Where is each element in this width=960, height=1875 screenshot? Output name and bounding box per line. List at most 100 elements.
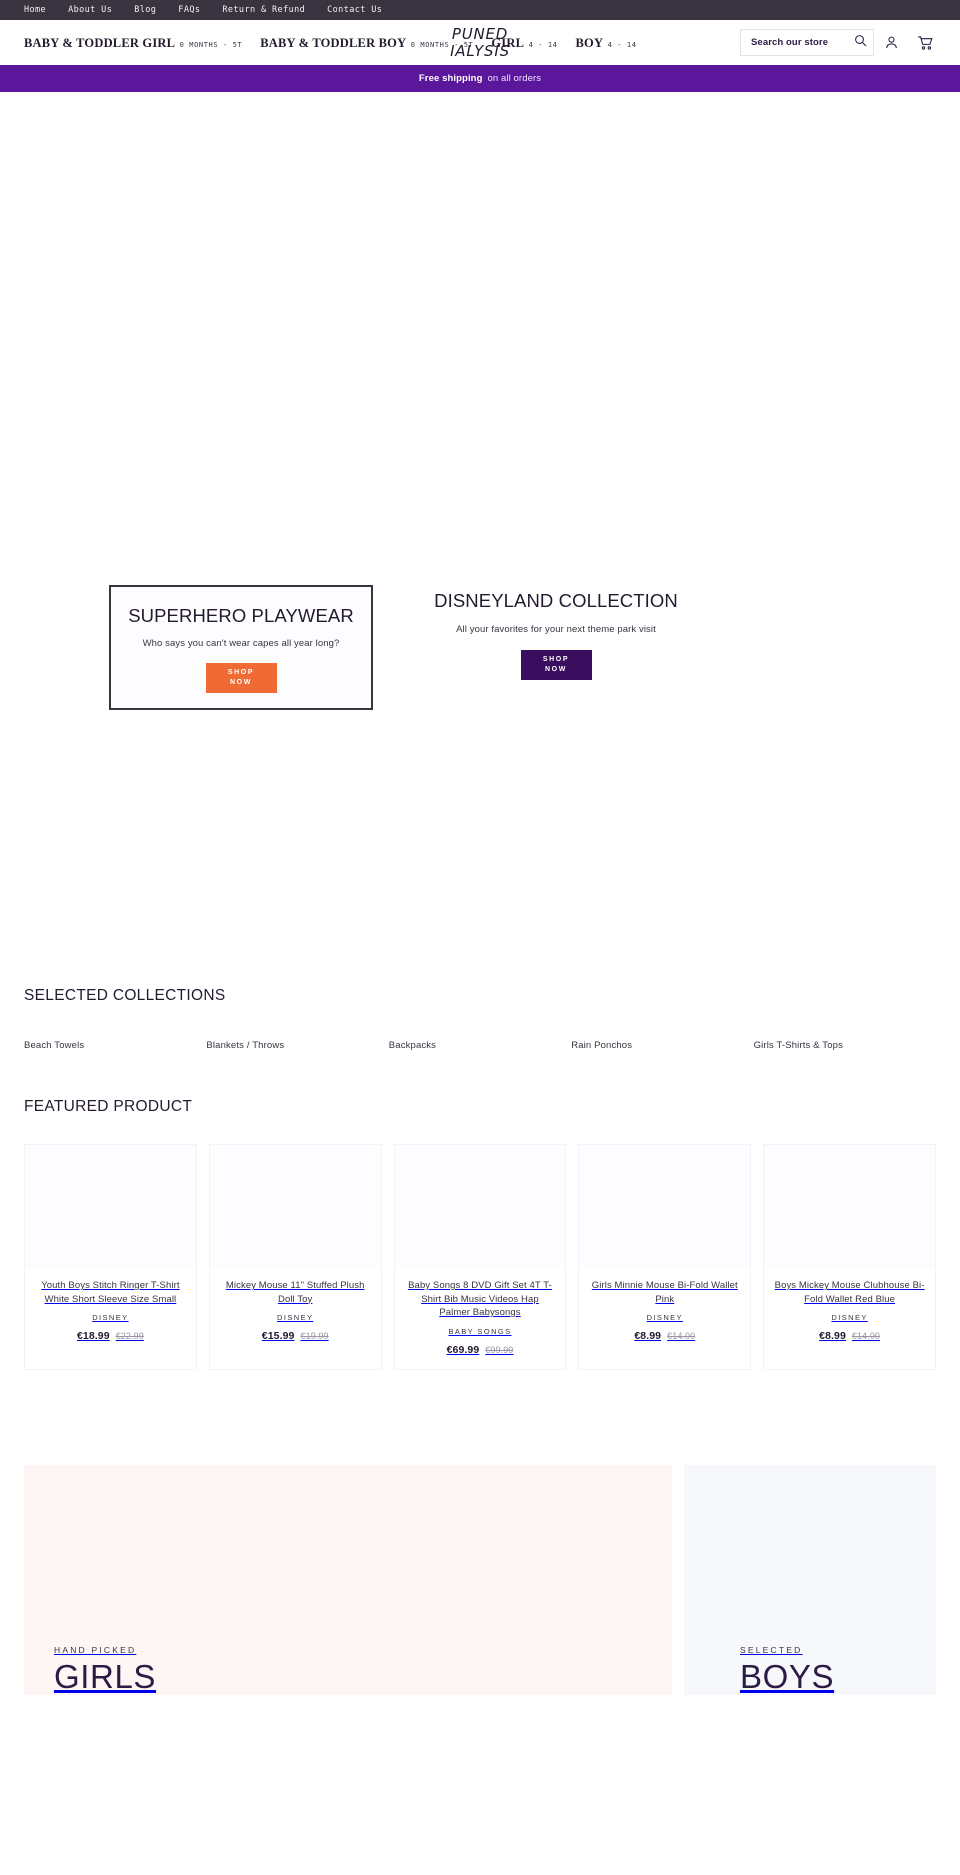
collection-label: Girls T-Shirts & Tops <box>753 1040 843 1051</box>
product-vendor: DISNEY <box>646 1313 683 1322</box>
product-price-group: €15.99 €19.99 <box>262 1330 329 1342</box>
announcement-text: on all orders <box>487 73 542 84</box>
promo-title: BOYS <box>740 1657 835 1695</box>
promo-title: GIRLS <box>54 1657 157 1695</box>
promo-kicker: HAND PICKED <box>54 1644 137 1655</box>
featured-product-section: FEATURED PRODUCT Youth Boys Stitch Ringe… <box>0 1098 960 1370</box>
site-logo[interactable]: PUNED IALYSIS <box>450 24 510 60</box>
collection-item-blankets-throws[interactable]: Blankets / Throws <box>206 1035 388 1053</box>
product-price: €8.99 <box>819 1330 846 1342</box>
search-box[interactable] <box>740 29 874 56</box>
hero-section: SUPERHERO PLAYWEAR Who says you can't we… <box>0 92 960 927</box>
account-button[interactable] <box>874 28 908 58</box>
promo-panel-girls[interactable]: HAND PICKED GIRLS <box>24 1464 672 1695</box>
nav-item-baby-toddler-girl[interactable]: BABY & TODDLER GIRL 0 MONTHS - 5T <box>24 34 242 52</box>
collections-grid: Beach Towels Blankets / Throws Backpacks… <box>24 1035 936 1053</box>
product-price: €8.99 <box>634 1330 662 1342</box>
product-compare-at-price: €14.00 <box>667 1331 696 1341</box>
product-price-group: €8.99 €14.00 <box>634 1330 695 1342</box>
nav-item-subtitle: 4 - 14 <box>528 40 558 49</box>
featured-heading: FEATURED PRODUCT <box>24 1098 193 1115</box>
nav-item-boy[interactable]: BOY 4 - 14 <box>575 34 636 52</box>
utility-link-contact-us[interactable]: Contact Us <box>327 5 382 15</box>
user-icon <box>884 35 899 50</box>
promo-kicker: SELECTED <box>740 1644 803 1655</box>
collection-label: Backpacks <box>388 1040 437 1051</box>
promo-panels-section: HAND PICKED GIRLS SELECTED BOYS <box>0 1464 960 1695</box>
announcement-banner: Free shipping on all orders <box>0 65 960 92</box>
product-image <box>394 1145 566 1267</box>
product-image <box>25 1145 196 1267</box>
collection-item-beach-towels[interactable]: Beach Towels <box>24 1035 206 1053</box>
logo-line-1: PUNED <box>451 24 509 43</box>
utility-nav-bar: Home About Us Blog FAQs Return & Refund … <box>0 0 960 20</box>
utility-link-faqs[interactable]: FAQs <box>178 5 200 15</box>
product-compare-at-price: €22.99 <box>115 1331 144 1341</box>
product-compare-at-price: €99.99 <box>485 1344 514 1355</box>
product-image <box>579 1145 751 1267</box>
utility-link-about-us[interactable]: About Us <box>68 5 112 15</box>
product-info: Girls Minnie Mouse Bi-Fold Wallet Pink D… <box>579 1267 750 1342</box>
utility-link-return-refund[interactable]: Return & Refund <box>222 5 305 15</box>
collection-label: Rain Ponchos <box>571 1040 633 1051</box>
product-name: Mickey Mouse 11" Stuffed Plush Doll Toy <box>225 1280 365 1305</box>
product-card[interactable]: Mickey Mouse 11" Stuffed Plush Doll Toy … <box>208 1144 382 1370</box>
selected-collections-section: SELECTED COLLECTIONS Beach Towels Blanke… <box>0 987 960 1053</box>
hero-shop-now-button-superhero[interactable]: SHOP NOW <box>205 663 277 693</box>
button-line-2: NOW <box>545 666 567 673</box>
search-icon[interactable] <box>854 34 867 52</box>
button-line-1: SHOP <box>542 656 570 663</box>
product-image <box>209 1145 381 1267</box>
product-grid: Youth Boys Stitch Ringer T-Shirt White S… <box>24 1144 936 1370</box>
product-compare-at-price: €19.99 <box>300 1331 329 1341</box>
collection-item-girls-tshirts-tops[interactable]: Girls T-Shirts & Tops <box>754 1035 936 1053</box>
hero-shop-now-button-disneyland[interactable]: SHOP NOW <box>520 650 592 680</box>
promo-panel-boys[interactable]: SELECTED BOYS <box>684 1464 936 1695</box>
product-info: Mickey Mouse 11" Stuffed Plush Doll Toy … <box>210 1267 381 1342</box>
product-vendor: DISNEY <box>831 1313 868 1322</box>
hero-subtitle-disneyland: All your favorites for your next theme p… <box>456 624 656 635</box>
product-name: Baby Songs 8 DVD Gift Set 4T T-Shirt Bib… <box>408 1280 552 1318</box>
utility-link-home[interactable]: Home <box>24 5 46 15</box>
hero-title-superhero: SUPERHERO PLAYWEAR <box>128 605 354 626</box>
collection-label: Blankets / Throws <box>206 1040 285 1051</box>
product-price: €18.99 <box>76 1330 110 1342</box>
collection-item-backpacks[interactable]: Backpacks <box>389 1035 571 1053</box>
product-name: Youth Boys Stitch Ringer T-Shirt White S… <box>41 1280 180 1305</box>
utility-link-blog[interactable]: Blog <box>134 5 156 15</box>
collection-item-rain-ponchos[interactable]: Rain Ponchos <box>571 1035 753 1053</box>
logo-line-2: IALYSIS <box>450 41 510 60</box>
product-price-group: €18.99 €22.99 <box>77 1330 144 1342</box>
collection-label: Beach Towels <box>24 1040 85 1051</box>
announcement-strong: Free shipping <box>418 73 483 84</box>
product-price-group: €8.99 €14.00 <box>819 1330 880 1342</box>
primary-navigation: BABY & TODDLER GIRL 0 MONTHS - 5T BABY &… <box>24 34 655 52</box>
hero-card-disneyland: DISNEYLAND COLLECTION All your favorites… <box>432 590 680 680</box>
product-card[interactable]: Youth Boys Stitch Ringer T-Shirt White S… <box>24 1144 197 1370</box>
product-card[interactable]: Girls Minnie Mouse Bi-Fold Wallet Pink D… <box>578 1144 752 1370</box>
nav-item-title: BABY & TODDLER GIRL <box>24 35 176 50</box>
product-price: €15.99 <box>261 1330 295 1342</box>
product-compare-at-price: €14.00 <box>851 1331 881 1341</box>
hero-panel-left <box>0 92 480 927</box>
cart-icon <box>917 35 934 51</box>
product-vendor: BABY SONGS <box>448 1326 512 1336</box>
product-card[interactable]: Boys Mickey Mouse Clubhouse Bi-Fold Wall… <box>763 1144 936 1370</box>
button-line-2: NOW <box>230 679 252 686</box>
product-price: €69.99 <box>446 1343 480 1356</box>
hero-subtitle-superhero: Who says you can't wear capes all year l… <box>142 638 340 649</box>
product-vendor: DISNEY <box>92 1313 129 1322</box>
button-line-1: SHOP <box>227 669 255 676</box>
header-actions <box>740 28 942 58</box>
nav-item-subtitle: 4 - 14 <box>607 40 637 49</box>
hero-title-disneyland: DISNEYLAND COLLECTION <box>434 590 678 611</box>
nav-item-title: BOY <box>575 35 604 50</box>
search-input[interactable] <box>751 37 851 48</box>
hero-panel-right <box>480 92 960 927</box>
product-card[interactable]: Baby Songs 8 DVD Gift Set 4T T-Shirt Bib… <box>393 1144 567 1370</box>
hero-card-superhero: SUPERHERO PLAYWEAR Who says you can't we… <box>109 585 373 710</box>
nav-item-baby-toddler-boy[interactable]: BABY & TODDLER BOY 0 MONTHS - 5T <box>260 34 473 52</box>
product-name: Girls Minnie Mouse Bi-Fold Wallet Pink <box>591 1280 738 1305</box>
cart-button[interactable] <box>908 28 942 58</box>
product-name: Boys Mickey Mouse Clubhouse Bi-Fold Wall… <box>774 1280 925 1305</box>
